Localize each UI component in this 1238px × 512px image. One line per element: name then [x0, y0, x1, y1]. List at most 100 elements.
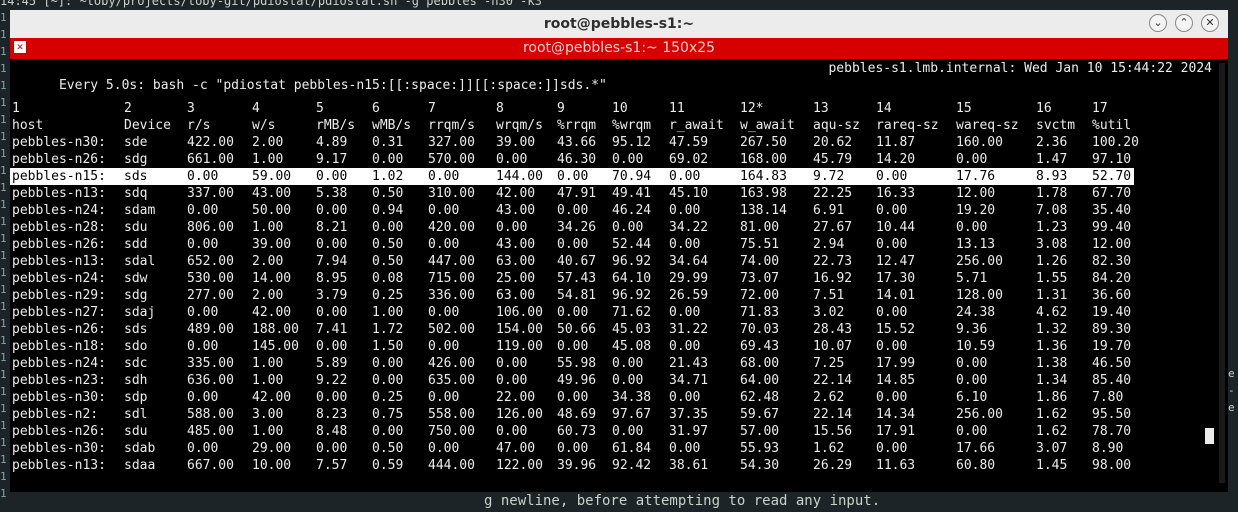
background-text-fragment: 1 [0, 198, 7, 211]
table-cell: 1.00 [252, 373, 284, 388]
table-row: pebbles-n26: sdu 485.00 1.00 8.48 0.00 750.00 0… [10, 423, 1216, 440]
table-cell: 138.14 [740, 203, 787, 218]
table-cell: 43.66 [557, 135, 597, 150]
table-cell: 1.78 [1036, 186, 1068, 201]
table-cell: 0.00 [316, 237, 348, 252]
table-cell: 69.02 [669, 152, 709, 167]
table-cell: 97.67 [612, 407, 652, 422]
table-cell: 485.00 [187, 424, 234, 439]
table-cell: 14.01 [876, 288, 916, 303]
terminal-content[interactable]: Every 5.0s: bash -c "pdiostat pebbles-n1… [10, 59, 1216, 492]
table-cell: 2 [124, 101, 132, 116]
table-cell: 54.30 [740, 458, 780, 473]
table-cell: sdam [124, 203, 156, 218]
table-cell: Device [124, 118, 171, 133]
table-cell: 3.07 [1036, 441, 1068, 456]
table-cell: sdal [124, 254, 156, 269]
table-cell: 34.64 [669, 254, 709, 269]
table-cell: 1.36 [1036, 339, 1068, 354]
table-row: pebbles-n27: sdaj 0.00 42.00 0.00 1.00 0.00 106… [10, 304, 1216, 321]
table-cell: 0.00 [956, 220, 988, 235]
table-cell: 7.57 [316, 458, 348, 473]
table-cell: 0.00 [557, 390, 589, 405]
table-cell: sdw [124, 271, 148, 286]
minimize-button[interactable]: ⌄ [1149, 14, 1167, 32]
scrollbar-thumb[interactable] [1219, 63, 1225, 483]
table-cell: 12.00 [956, 186, 996, 201]
table-cell: 60.80 [956, 458, 996, 473]
table-cell: 15.56 [813, 424, 853, 439]
table-cell: pebbles-n28: [12, 220, 106, 235]
scrollbar[interactable] [1216, 59, 1228, 492]
table-cell: 0.00 [187, 203, 219, 218]
table-cell: sdaa [124, 458, 156, 473]
table-row: pebbles-n26: sdd 0.00 39.00 0.00 0.50 0.00 43.0… [10, 236, 1216, 253]
table-cell: 2.62 [813, 390, 845, 405]
table-cell: 52.44 [612, 237, 652, 252]
table-cell: 17.76 [956, 169, 996, 184]
table-cell: 14 [876, 101, 892, 116]
table-cell: sdq [124, 186, 148, 201]
table-cell: 122.00 [496, 458, 543, 473]
table-cell: host [12, 118, 44, 133]
table-cell: 447.00 [428, 254, 475, 269]
table-cell: 667.00 [187, 458, 234, 473]
table-cell: 0.00 [557, 441, 589, 456]
table-cell: 337.00 [187, 186, 234, 201]
table-cell: 75.51 [740, 237, 780, 252]
window-titlebar[interactable]: root@pebbles-s1:~ ⌄ ⌃ ✕ [10, 10, 1228, 38]
table-cell: 19.20 [956, 203, 996, 218]
table-row: pebbles-n28: sdu 806.00 1.00 8.21 0.00 420.00 0… [10, 219, 1216, 236]
table-cell: 27.67 [813, 220, 853, 235]
close-button[interactable]: ✕ [1201, 14, 1219, 32]
table-cell: 12.00 [1092, 237, 1132, 252]
table-cell: rrqm/s [428, 118, 475, 133]
table-cell: 444.00 [428, 458, 475, 473]
table-row: pebbles-n30: sdp 0.00 42.00 0.00 0.25 0.00 22.0… [10, 389, 1216, 406]
table-cell: 6.91 [813, 203, 845, 218]
table-cell: 49.96 [557, 373, 597, 388]
table-cell: 12.47 [876, 254, 916, 269]
table-cell: 3.00 [252, 407, 284, 422]
table-cell: 29.00 [252, 441, 292, 456]
table-cell: 43.00 [252, 186, 292, 201]
table-cell: sdo [124, 339, 148, 354]
table-cell: 9.22 [316, 373, 348, 388]
table-cell: 73.07 [740, 271, 780, 286]
table-row: pebbles-n24: sdam 0.00 50.00 0.00 0.94 0.00 43.… [10, 202, 1216, 219]
background-terminal-right-edge: e - e [1228, 10, 1238, 512]
table-cell: 96.92 [612, 288, 652, 303]
table-cell: 21.43 [669, 356, 709, 371]
table-cell: 0.00 [372, 152, 404, 167]
table-cell: 15.52 [876, 322, 916, 337]
background-text-fragment: 1 [0, 470, 7, 483]
chevron-up-icon: ⌃ [1179, 16, 1189, 29]
table-cell: 57.43 [557, 271, 597, 286]
table-cell: 1.38 [1036, 356, 1068, 371]
table-cell: 0.00 [187, 390, 219, 405]
background-text-fragment: 1 [0, 419, 7, 432]
table-cell: pebbles-n26: [12, 322, 106, 337]
background-text-fragment: 1 [0, 45, 7, 58]
table-cell: 530.00 [187, 271, 234, 286]
table-cell: %util [1092, 118, 1132, 133]
table-cell: 9 [557, 101, 565, 116]
background-text-fragment: 1 [0, 181, 7, 194]
table-cell: 0.00 [428, 169, 460, 184]
table-cell: 1.55 [1036, 271, 1068, 286]
table-cell: 70.94 [612, 169, 652, 184]
window-title: root@pebbles-s1:~ [543, 16, 695, 32]
table-cell: 558.00 [428, 407, 475, 422]
background-text-fragment: e [1228, 401, 1235, 414]
maximize-button[interactable]: ⌃ [1175, 14, 1193, 32]
table-cell: 82.30 [1092, 254, 1132, 269]
tab-title: root@pebbles-s1:~ 150x25 [522, 40, 716, 56]
table-cell: 1.45 [1036, 458, 1068, 473]
background-text-fragment: 1 [0, 334, 7, 347]
table-cell: 7.25 [813, 356, 845, 371]
table-cell: 119.00 [496, 339, 543, 354]
table-cell: 256.00 [956, 254, 1003, 269]
table-cell: 0.00 [187, 169, 219, 184]
table-cell: 52.70 [1092, 169, 1132, 184]
table-cell: 42.00 [252, 390, 292, 405]
